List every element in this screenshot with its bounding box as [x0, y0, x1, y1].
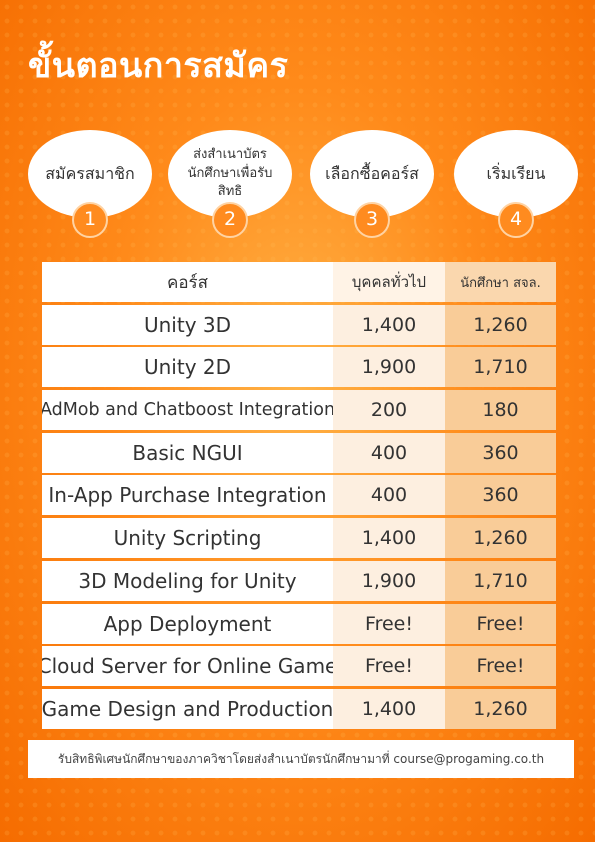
general-price: 1,400 [333, 688, 445, 729]
general-price: 400 [333, 432, 445, 473]
student-price: 360 [445, 475, 556, 516]
header-general-price: บุคคลทั่วไป [333, 262, 445, 302]
table-row: 3D Modeling for Unity 1,900 1,710 [42, 560, 556, 601]
student-price: 1,710 [445, 560, 556, 601]
course-name: App Deployment [42, 603, 333, 644]
student-price: 1,260 [445, 688, 556, 729]
price-table: คอร์ส บุคคลทั่วไป นักศึกษา สจล. Unity 3D… [42, 262, 556, 732]
course-name: Unity 2D [42, 347, 333, 388]
course-name: Game Design and Production [42, 688, 333, 729]
course-name: Basic NGUI [42, 432, 333, 473]
course-name: AdMob and Chatboost Integration [42, 390, 333, 431]
step-4: เริ่มเรียน 4 [454, 130, 578, 238]
table-header-row: คอร์ส บุคคลทั่วไป นักศึกษา สจล. [42, 262, 556, 302]
step-label: เลือกซื้อคอร์ส [325, 164, 419, 184]
student-price: 1,260 [445, 518, 556, 559]
student-price: Free! [445, 603, 556, 644]
step-3: เลือกซื้อคอร์ส 3 [310, 130, 434, 238]
student-price: 360 [445, 432, 556, 473]
general-price: 1,400 [333, 304, 445, 345]
step-number-badge: 2 [212, 202, 248, 238]
student-price: 180 [445, 390, 556, 431]
step-label: สมัครสมาชิก [45, 164, 135, 184]
general-price: 200 [333, 390, 445, 431]
step-2: ส่งสำเนาบัตรนักศึกษาเพื่อรับสิทธิ 2 [168, 130, 292, 238]
course-name: Cloud Server for Online Game [42, 646, 333, 687]
general-price: Free! [333, 603, 445, 644]
general-price: 1,400 [333, 518, 445, 559]
step-number-badge: 1 [72, 202, 108, 238]
general-price: 400 [333, 475, 445, 516]
student-price: Free! [445, 646, 556, 687]
step-1: สมัครสมาชิก 1 [28, 130, 152, 238]
student-price: 1,710 [445, 347, 556, 388]
course-name: Unity 3D [42, 304, 333, 345]
general-price: Free! [333, 646, 445, 687]
student-price: 1,260 [445, 304, 556, 345]
header-course: คอร์ส [42, 262, 333, 302]
table-row: App Deployment Free! Free! [42, 603, 556, 644]
table-row: Unity 2D 1,900 1,710 [42, 347, 556, 388]
general-price: 1,900 [333, 347, 445, 388]
table-row: Cloud Server for Online Game Free! Free! [42, 646, 556, 687]
step-number-badge: 4 [498, 202, 534, 238]
table-row: Unity 3D 1,400 1,260 [42, 304, 556, 345]
general-price: 1,900 [333, 560, 445, 601]
course-name: In-App Purchase Integration [42, 475, 333, 516]
table-row: Game Design and Production 1,400 1,260 [42, 688, 556, 729]
header-student-price: นักศึกษา สจล. [445, 262, 556, 302]
table-row: AdMob and Chatboost Integration 200 180 [42, 390, 556, 431]
contact-note: รับสิทธิพิเศษนักศึกษาของภาควิชาโดยส่งสำเ… [28, 740, 574, 778]
course-name: Unity Scripting [42, 518, 333, 559]
table-row: Basic NGUI 400 360 [42, 432, 556, 473]
page-title: ขั้นตอนการสมัคร [28, 46, 289, 86]
course-name: 3D Modeling for Unity [42, 560, 333, 601]
step-number-badge: 3 [354, 202, 390, 238]
table-row: Unity Scripting 1,400 1,260 [42, 518, 556, 559]
step-label: ส่งสำเนาบัตรนักศึกษาเพื่อรับสิทธิ [187, 146, 273, 200]
table-row: In-App Purchase Integration 400 360 [42, 475, 556, 516]
step-label: เริ่มเรียน [486, 164, 546, 184]
